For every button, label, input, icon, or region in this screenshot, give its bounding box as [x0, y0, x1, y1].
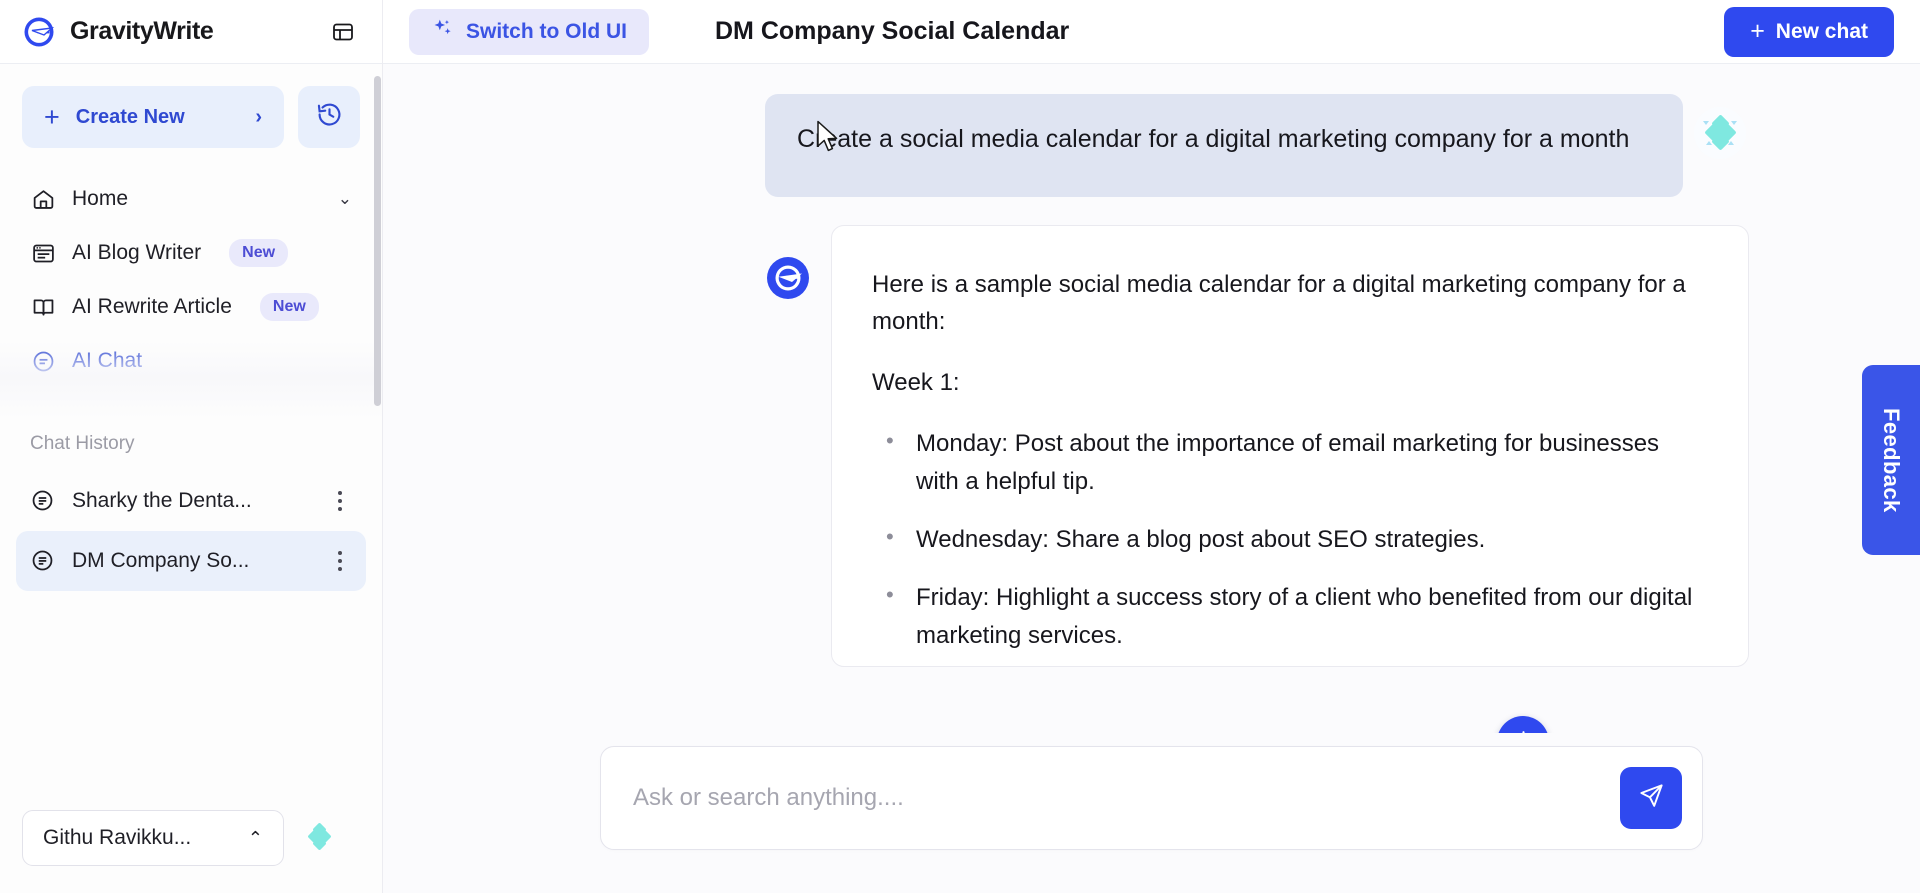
sidebar-item-label: AI Blog Writer [72, 241, 202, 264]
sidebar-footer: Githu Ravikku... ⌃ [0, 783, 382, 893]
composer-area [383, 733, 1920, 893]
list-item[interactable]: Sharky the Denta... [16, 471, 366, 531]
sidebar-item-label: Home [72, 187, 129, 210]
sidebar-item-ai-rewrite-article[interactable]: AI Rewrite Article New [16, 280, 366, 334]
scroll-to-bottom-button[interactable] [1497, 716, 1549, 733]
sidebar-item-label: AI Chat [72, 349, 143, 372]
topbar: Switch to Old UI DM Company Social Calen… [383, 0, 1920, 64]
conversation-scroll[interactable]: Create a social media calendar for a dig… [383, 64, 1920, 733]
send-paper-plane-icon [1638, 782, 1665, 814]
chat-history-heading: Chat History [30, 433, 135, 454]
list-item: Friday: Highlight a success story of a c… [886, 578, 1708, 655]
chevron-up-icon: ⌃ [247, 827, 263, 848]
chat-doc-icon [30, 488, 56, 514]
list-item-label: DM Company So... [72, 549, 250, 572]
feedback-label: Feedback [1879, 407, 1904, 513]
blog-window-icon [30, 240, 56, 266]
status-badge: New [229, 239, 289, 267]
arrow-down-icon [1511, 727, 1536, 733]
assistant-message-row: Here is a sample social media calendar f… [765, 224, 1775, 667]
assistant-intro-text: Here is a sample social media calendar f… [872, 270, 1686, 335]
message-stack: Create a social media calendar for a dig… [765, 94, 1775, 667]
feedback-tab[interactable]: Feedback [1862, 365, 1920, 555]
new-chat-label: New chat [1775, 19, 1868, 43]
assistant-bullet-list: Monday: Post about the importance of ema… [872, 424, 1708, 655]
sidebar-scrollbar[interactable] [374, 76, 381, 406]
chevron-right-icon: › [255, 105, 262, 128]
gravitywrite-logo-icon [22, 15, 56, 49]
history-button[interactable] [298, 86, 360, 148]
sidebar-item-label: AI Rewrite Article [72, 295, 232, 318]
open-book-icon [30, 294, 56, 320]
list-item-label: Sharky the Denta... [72, 489, 252, 512]
plus-icon: + [44, 101, 60, 132]
sidebar-item-ai-blog-writer[interactable]: AI Blog Writer New [16, 226, 366, 280]
chevron-down-icon[interactable]: ⌄ [338, 189, 352, 209]
send-button[interactable] [1620, 767, 1682, 829]
app-root: GravityWrite + Create New › Home ⌄ AI Bl… [0, 0, 1920, 893]
sparkle-icon [431, 17, 454, 46]
assistant-message-card: Here is a sample social media calendar f… [831, 224, 1749, 667]
panel-toggle-icon[interactable] [326, 15, 360, 49]
switch-to-old-ui-label: Switch to Old UI [466, 19, 627, 43]
chat-circle-icon [30, 348, 56, 374]
sidebar: GravityWrite + Create New › Home ⌄ AI Bl… [0, 0, 383, 893]
page-title: DM Company Social Calendar [715, 17, 1070, 45]
user-message-text: Create a social media calendar for a dig… [797, 125, 1630, 153]
assistant-week-heading: Week 1: [872, 368, 960, 396]
brand-row: GravityWrite [0, 0, 382, 64]
list-item[interactable]: DM Company So... [16, 531, 366, 591]
user-message-bubble: Create a social media calendar for a dig… [765, 94, 1746, 197]
nav-list: Home ⌄ AI Blog Writer New AI Rewrite Art… [0, 148, 382, 388]
kebab-menu-icon[interactable] [328, 548, 352, 574]
composer [600, 746, 1703, 850]
kebab-menu-icon[interactable] [328, 488, 352, 514]
sidebar-item-ai-chat[interactable]: AI Chat [16, 334, 366, 388]
main-area: Switch to Old UI DM Company Social Calen… [383, 0, 1920, 893]
user-name: Githu Ravikku... [43, 826, 192, 849]
cyan-sparkle-icon [1691, 104, 1749, 162]
nav-region: + Create New › Home ⌄ AI Blog Writer New… [0, 64, 382, 419]
brand-name: GravityWrite [70, 17, 214, 45]
search-input[interactable] [633, 784, 1620, 812]
gravitywrite-avatar-icon [765, 255, 811, 301]
list-item: Wednesday: Share a blog post about SEO s… [886, 520, 1708, 559]
home-icon [30, 186, 56, 212]
chat-history-section: Chat History Sharky the Denta... DM Comp… [0, 419, 382, 591]
user-menu-button[interactable]: Githu Ravikku... ⌃ [22, 810, 284, 866]
create-row: + Create New › [0, 64, 382, 148]
new-chat-button[interactable]: + New chat [1724, 6, 1894, 57]
chat-doc-icon [30, 548, 56, 574]
list-item: Monday: Post about the importance of ema… [886, 424, 1708, 501]
sidebar-scroll-area: + Create New › Home ⌄ AI Blog Writer New… [0, 64, 382, 783]
history-clock-icon [316, 101, 343, 133]
sidebar-item-home[interactable]: Home ⌄ [16, 172, 366, 226]
create-new-button[interactable]: + Create New › [22, 86, 284, 148]
switch-to-old-ui-button[interactable]: Switch to Old UI [409, 8, 649, 55]
cyan-sparkle-icon [302, 818, 342, 858]
plus-icon: + [1750, 17, 1765, 45]
status-badge: New [259, 293, 319, 321]
create-new-label: Create New [75, 105, 185, 128]
